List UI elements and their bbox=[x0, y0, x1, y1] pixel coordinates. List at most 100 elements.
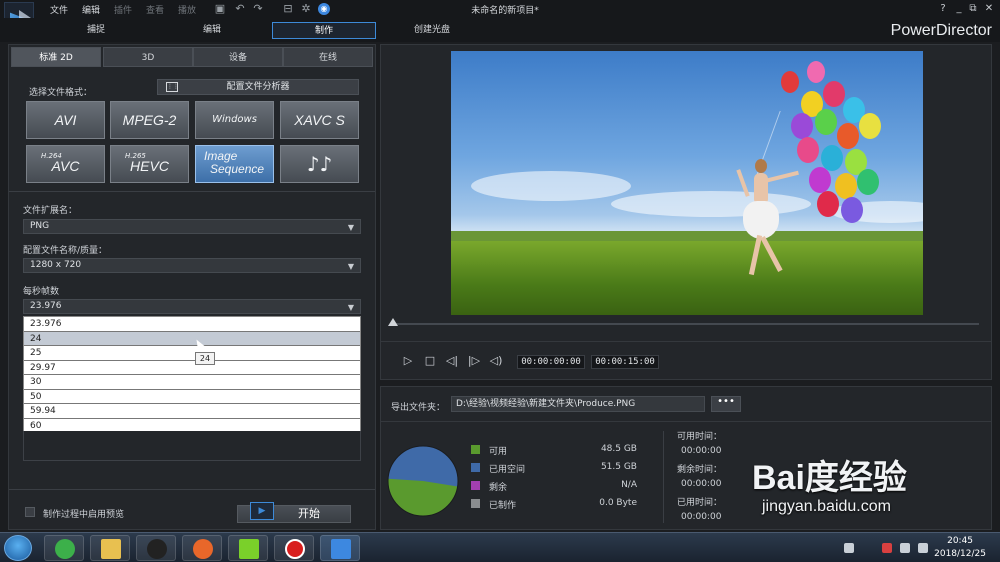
previous-frame-icon[interactable]: ◁| bbox=[445, 354, 459, 368]
format-avc-button[interactable]: H.264 AVC bbox=[26, 145, 105, 183]
watermark-url-text: jingyan.baidu.com bbox=[762, 498, 891, 515]
fps-option[interactable]: 24 bbox=[24, 331, 360, 346]
export-folder-path[interactable]: D:\经验\视频经验\新建文件夹\Produce.PNG bbox=[451, 396, 705, 412]
divider bbox=[663, 431, 664, 523]
format-avi-button[interactable]: AVI bbox=[26, 101, 105, 139]
format-wmv-button[interactable]: Windows Media bbox=[195, 101, 274, 161]
undo-icon[interactable]: ↶ bbox=[234, 3, 246, 15]
file-extension-select[interactable]: PNG ▼ bbox=[23, 219, 361, 234]
enable-preview-checkbox[interactable] bbox=[25, 507, 35, 517]
format-audio-button[interactable]: ♪♪ bbox=[280, 145, 359, 183]
file-extension-value: PNG bbox=[30, 221, 50, 231]
produce-settings-panel: 标准 2D 3D 设备 在线 选择文件格式： ⋮⋮ 配置文件分析器 AVI MP… bbox=[8, 44, 376, 530]
start-label: 开始 bbox=[298, 507, 320, 520]
fps-option[interactable]: 29.97 bbox=[24, 360, 360, 375]
fps-option[interactable]: 25 bbox=[24, 346, 360, 361]
menu-plugins[interactable]: 插件 bbox=[114, 3, 132, 16]
taskbar-recorder-icon[interactable] bbox=[274, 535, 314, 561]
format-image-sequence-button[interactable]: Image Sequence bbox=[195, 145, 274, 183]
format-hevc-button[interactable]: H.265 HEVC bbox=[110, 145, 189, 183]
tray-volume-icon[interactable] bbox=[918, 543, 928, 553]
format-mpeg2-label: MPEG-2 bbox=[122, 112, 177, 128]
format-avc-label: AVC bbox=[51, 158, 80, 174]
tab-online[interactable]: 在线 bbox=[283, 47, 373, 67]
next-frame-icon[interactable]: |▷ bbox=[467, 354, 481, 368]
stop-icon[interactable]: □ bbox=[423, 354, 437, 368]
playhead-handle[interactable] bbox=[388, 318, 398, 326]
video-preview-image bbox=[451, 51, 923, 315]
legend-label-used: 已用空间 bbox=[489, 465, 526, 475]
tab-3d[interactable]: 3D bbox=[103, 47, 193, 67]
tab-capture[interactable]: 捕捉 bbox=[44, 22, 148, 39]
menu-file[interactable]: 文件 bbox=[50, 3, 68, 16]
format-hevc-label: HEVC bbox=[130, 158, 169, 174]
elapsed-time-label: 已用时间： bbox=[677, 498, 723, 508]
chevron-down-icon: ▼ bbox=[347, 262, 354, 271]
format-avi-label: AVI bbox=[54, 112, 77, 128]
profile-quality-select[interactable]: 1280 x 720 ▼ bbox=[23, 258, 361, 273]
tab-edit[interactable]: 编辑 bbox=[160, 22, 264, 39]
chevron-down-icon: ▼ bbox=[347, 223, 354, 232]
menu-play[interactable]: 播放 bbox=[178, 3, 196, 16]
menu-view[interactable]: 查看 bbox=[146, 3, 164, 16]
fps-option[interactable]: 23.976 bbox=[24, 317, 360, 332]
volume-icon[interactable]: ◁) bbox=[489, 354, 503, 368]
legend-swatch-available bbox=[471, 445, 480, 454]
legend-value-produced: 0.0 Byte bbox=[599, 498, 637, 508]
close-icon[interactable]: ✕ bbox=[982, 2, 996, 16]
play-icon[interactable]: ▷ bbox=[401, 354, 415, 368]
taskbar-powerdirector-icon[interactable] bbox=[320, 535, 360, 561]
help-icon[interactable]: ? bbox=[936, 2, 950, 16]
menu-edit[interactable]: 编辑 bbox=[82, 3, 100, 16]
tray-security-icon[interactable] bbox=[882, 543, 892, 553]
divider bbox=[9, 489, 375, 490]
total-timecode: 00:00:15:00 bbox=[591, 355, 659, 369]
clock-time: 20:45 bbox=[947, 536, 974, 546]
legend-label-produced: 已制作 bbox=[489, 501, 517, 511]
available-time-label: 可用时间： bbox=[677, 432, 723, 442]
fps-select[interactable]: 23.976 ▼ bbox=[23, 299, 361, 314]
save-icon[interactable]: ▣ bbox=[214, 3, 226, 15]
divider bbox=[381, 341, 991, 342]
browse-button[interactable]: ••• bbox=[711, 396, 741, 412]
tab-produce[interactable]: 制作 bbox=[272, 22, 376, 39]
taskbar-firefox-icon[interactable] bbox=[182, 535, 222, 561]
tray-keyboard-icon[interactable] bbox=[844, 543, 854, 553]
elapsed-time-value: 00:00:00 bbox=[681, 512, 722, 522]
title-bar: 文件 编辑 插件 查看 播放 ▣ ↶ ↷ ⊟ ✲ ◉ 未命名的新项目* ? _ … bbox=[0, 0, 1000, 34]
start-button[interactable]: ▶ 开始 bbox=[237, 502, 351, 523]
taskbar-360-icon[interactable] bbox=[44, 535, 84, 561]
account-icon[interactable]: ◉ bbox=[318, 3, 330, 15]
format-mpeg2-button[interactable]: MPEG-2 bbox=[110, 101, 189, 139]
windows-start-icon[interactable] bbox=[4, 535, 32, 561]
current-timecode: 00:00:00:00 bbox=[517, 355, 585, 369]
snapshot-icon[interactable]: ⊟ bbox=[282, 3, 294, 15]
tab-standard-2d[interactable]: 标准 2D bbox=[11, 47, 101, 67]
divider bbox=[9, 191, 375, 192]
taskbar-qq-icon[interactable] bbox=[136, 535, 176, 561]
settings-gear-icon[interactable]: ✲ bbox=[300, 3, 312, 15]
redo-icon[interactable]: ↷ bbox=[252, 3, 264, 15]
fps-label: 每秒帧数 bbox=[23, 287, 60, 297]
document-title: 未命名的新项目* bbox=[471, 6, 539, 16]
profile-analyzer-button[interactable]: ⋮⋮ 配置文件分析器 bbox=[157, 79, 359, 95]
restore-icon[interactable]: ⧉ bbox=[966, 2, 980, 16]
fps-option[interactable]: 30 bbox=[24, 375, 360, 390]
taskbar-explorer-icon[interactable] bbox=[90, 535, 130, 561]
format-xavcs-label: XAVC S bbox=[294, 112, 345, 128]
tray-network-icon[interactable] bbox=[900, 543, 910, 553]
mode-tabs: 捕捉 编辑 制作 创建光盘 PowerDirector bbox=[0, 18, 1000, 42]
minimize-icon[interactable]: _ bbox=[952, 2, 966, 16]
format-xavcs-button[interactable]: XAVC S bbox=[280, 101, 359, 139]
fps-option[interactable]: 50 bbox=[24, 389, 360, 404]
legend-swatch-produced bbox=[471, 499, 480, 508]
fps-option[interactable]: 59.94 bbox=[24, 404, 360, 419]
legend-label-remaining: 剩余 bbox=[489, 483, 508, 493]
fps-tooltip: 24 bbox=[195, 352, 215, 365]
taskbar-clock[interactable]: 20:45 2018/12/25 bbox=[934, 535, 986, 561]
remaining-time-value: 00:00:00 bbox=[681, 479, 722, 489]
tab-create-disc[interactable]: 创建光盘 bbox=[380, 22, 484, 39]
timeline-scrubber[interactable] bbox=[391, 323, 979, 325]
taskbar-video-app-icon[interactable] bbox=[228, 535, 268, 561]
tab-device[interactable]: 设备 bbox=[193, 47, 283, 67]
